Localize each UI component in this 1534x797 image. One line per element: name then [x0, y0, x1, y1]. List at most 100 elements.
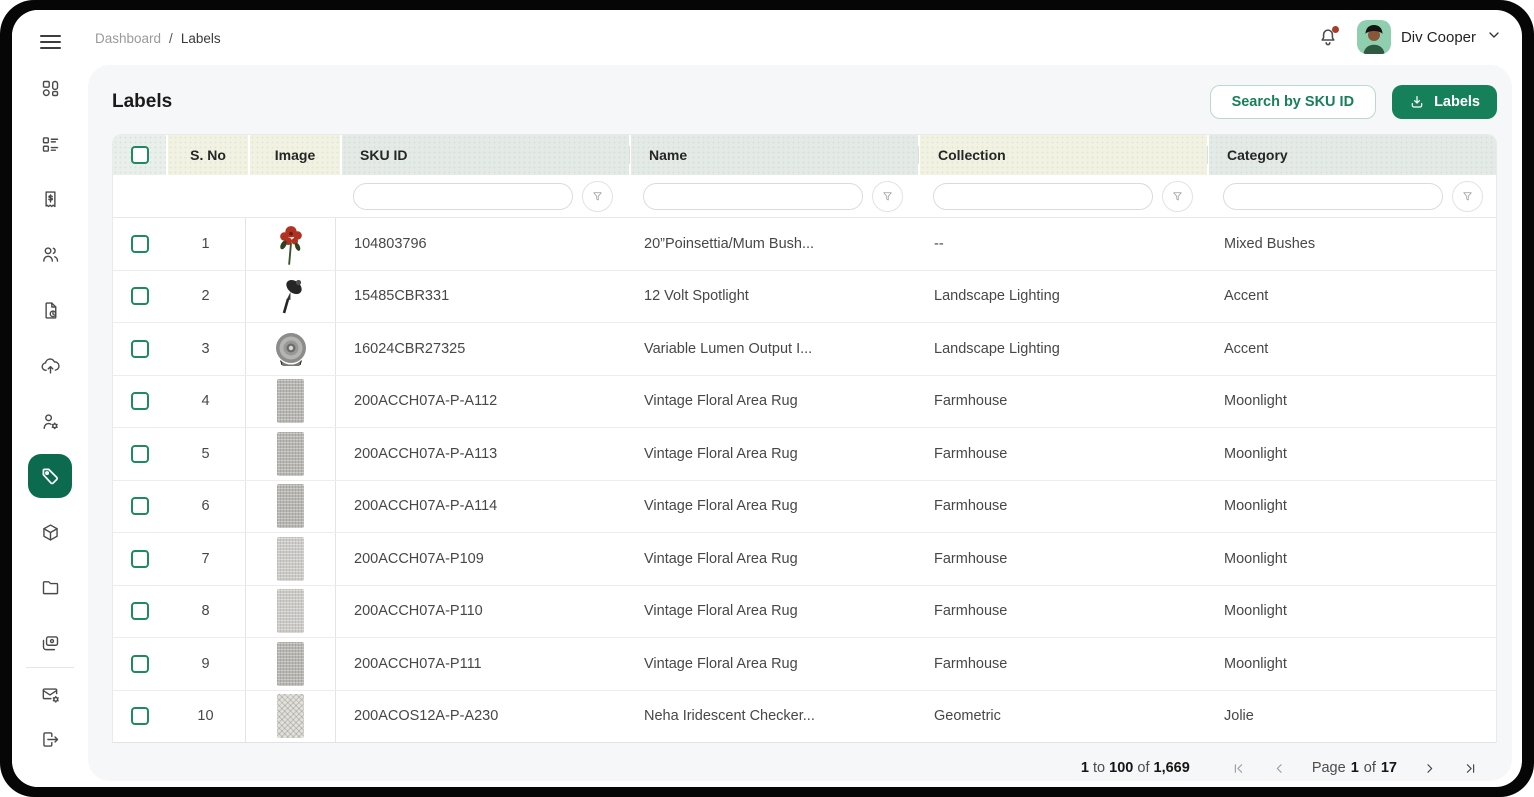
- row-checkbox[interactable]: [131, 655, 149, 673]
- serial-number: 3: [166, 323, 246, 375]
- row-checkbox[interactable]: [131, 445, 149, 463]
- previous-page-button[interactable]: [1271, 759, 1289, 777]
- collection: Farmhouse: [916, 533, 1206, 585]
- name-filter-button[interactable]: [872, 181, 903, 212]
- table-footer: 1 to 100 of 1,669 Page 1 of 17: [88, 743, 1512, 787]
- funnel-icon: [591, 190, 604, 203]
- row-checkbox[interactable]: [131, 392, 149, 410]
- filter-row: [113, 175, 1496, 218]
- row-checkbox[interactable]: [131, 602, 149, 620]
- select-all-cell: [113, 135, 168, 175]
- product-name: Variable Lumen Output I...: [626, 323, 916, 375]
- product-image: [276, 277, 306, 315]
- serial-number: 4: [166, 376, 246, 428]
- row-checkbox[interactable]: [131, 497, 149, 515]
- category: Moonlight: [1206, 638, 1496, 690]
- name-filter-input[interactable]: [643, 183, 863, 210]
- category: Moonlight: [1206, 428, 1496, 480]
- serial-number: 9: [166, 638, 246, 690]
- labels-table: S. No Image SKU ID Name Collection Categ…: [112, 134, 1497, 743]
- column-header-category[interactable]: Category: [1209, 135, 1496, 175]
- sidebar-item-products[interactable]: [31, 513, 69, 551]
- table-row: 6 200ACCH07A-P-A114 Vintage Floral Area …: [113, 481, 1496, 534]
- row-checkbox[interactable]: [131, 287, 149, 305]
- breadcrumb-dashboard[interactable]: Dashboard: [95, 31, 161, 46]
- serial-number: 10: [166, 691, 246, 743]
- collection: --: [916, 218, 1206, 270]
- table-header: S. No Image SKU ID Name Collection Categ…: [113, 135, 1496, 175]
- search-by-sku-button[interactable]: Search by SKU ID: [1210, 85, 1377, 119]
- download-labels-button[interactable]: Labels: [1392, 85, 1497, 119]
- sidebar-item-list-details[interactable]: [31, 125, 69, 163]
- collection: Farmhouse: [916, 376, 1206, 428]
- product-image: [277, 589, 304, 633]
- next-page-button[interactable]: [1420, 759, 1438, 777]
- product-name: Vintage Floral Area Rug: [626, 533, 916, 585]
- sku-filter-button[interactable]: [582, 181, 613, 212]
- labels-card: Labels Search by SKU ID Labels S. No Ima…: [88, 65, 1512, 781]
- column-header-sno[interactable]: S. No: [168, 135, 250, 175]
- sidebar-item-documents[interactable]: [31, 291, 69, 329]
- breadcrumb-labels: Labels: [181, 31, 221, 46]
- sidebar-item-mail-settings[interactable]: [31, 675, 69, 713]
- topbar-right: Div Cooper: [1315, 19, 1502, 55]
- column-header-collection[interactable]: Collection: [920, 135, 1209, 175]
- sidebar-item-upload[interactable]: [31, 346, 69, 384]
- row-checkbox[interactable]: [131, 707, 149, 725]
- breadcrumb-separator: /: [169, 31, 173, 46]
- sidebar: [12, 10, 88, 787]
- last-page-button[interactable]: [1461, 759, 1479, 777]
- sku-id: 200ACCH07A-P110: [336, 586, 626, 638]
- sidebar-item-labels[interactable]: [28, 454, 72, 498]
- sidebar-item-billing[interactable]: [31, 180, 69, 218]
- first-page-button[interactable]: [1230, 759, 1248, 777]
- sidebar-item-folders[interactable]: [31, 568, 69, 606]
- column-header-sku[interactable]: SKU ID: [342, 135, 631, 175]
- table-row: 8 200ACCH07A-P110 Vintage Floral Area Ru…: [113, 586, 1496, 639]
- column-header-name[interactable]: Name: [631, 135, 920, 175]
- product-image: [277, 694, 304, 738]
- list-details-icon: [40, 134, 61, 155]
- total-pages: 17: [1381, 760, 1397, 776]
- serial-number: 5: [166, 428, 246, 480]
- category: Moonlight: [1206, 533, 1496, 585]
- collection: Geometric: [916, 691, 1206, 743]
- category: Accent: [1206, 271, 1496, 323]
- chevron-left-icon: [1272, 761, 1287, 776]
- collection-filter-input[interactable]: [933, 183, 1153, 210]
- box-icon: [40, 522, 61, 543]
- category-filter-button[interactable]: [1452, 181, 1483, 212]
- sidebar-item-media[interactable]: [31, 624, 69, 662]
- cloud-upload-icon: [40, 355, 61, 376]
- funnel-icon: [1171, 190, 1184, 203]
- sku-filter-input[interactable]: [353, 183, 573, 210]
- product-name: Vintage Floral Area Rug: [626, 638, 916, 690]
- sidebar-item-user-settings[interactable]: [31, 402, 69, 440]
- category: Moonlight: [1206, 481, 1496, 533]
- menu-icon[interactable]: [31, 23, 69, 61]
- sku-id: 200ACCH07A-P-A112: [336, 376, 626, 428]
- sidebar-divider: [26, 667, 74, 668]
- sidebar-item-users[interactable]: [31, 235, 69, 273]
- row-checkbox[interactable]: [131, 550, 149, 568]
- mail-cog-icon: [40, 684, 61, 705]
- chevron-down-icon[interactable]: [1486, 27, 1502, 48]
- notifications-button[interactable]: [1315, 24, 1341, 50]
- user-cog-icon: [40, 411, 61, 432]
- sidebar-item-logout[interactable]: [31, 720, 69, 758]
- column-header-image[interactable]: Image: [250, 135, 342, 175]
- product-name: 20”Poinsettia/Mum Bush...: [626, 218, 916, 270]
- row-checkbox[interactable]: [131, 340, 149, 358]
- user-menu[interactable]: Div Cooper: [1357, 20, 1502, 54]
- page-indicator: Page 1 of 17: [1312, 760, 1397, 776]
- category-filter-input[interactable]: [1223, 183, 1443, 210]
- select-all-checkbox[interactable]: [131, 146, 149, 164]
- product-image: [275, 222, 307, 266]
- table-row: 9 200ACCH07A-P111 Vintage Floral Area Ru…: [113, 638, 1496, 691]
- collection-filter-button[interactable]: [1162, 181, 1193, 212]
- sidebar-item-dashboard[interactable]: [31, 69, 69, 107]
- sku-id: 200ACOS12A-P-A230: [336, 691, 626, 743]
- tag-icon: [39, 465, 61, 487]
- row-checkbox[interactable]: [131, 235, 149, 253]
- user-name: Div Cooper: [1401, 29, 1476, 46]
